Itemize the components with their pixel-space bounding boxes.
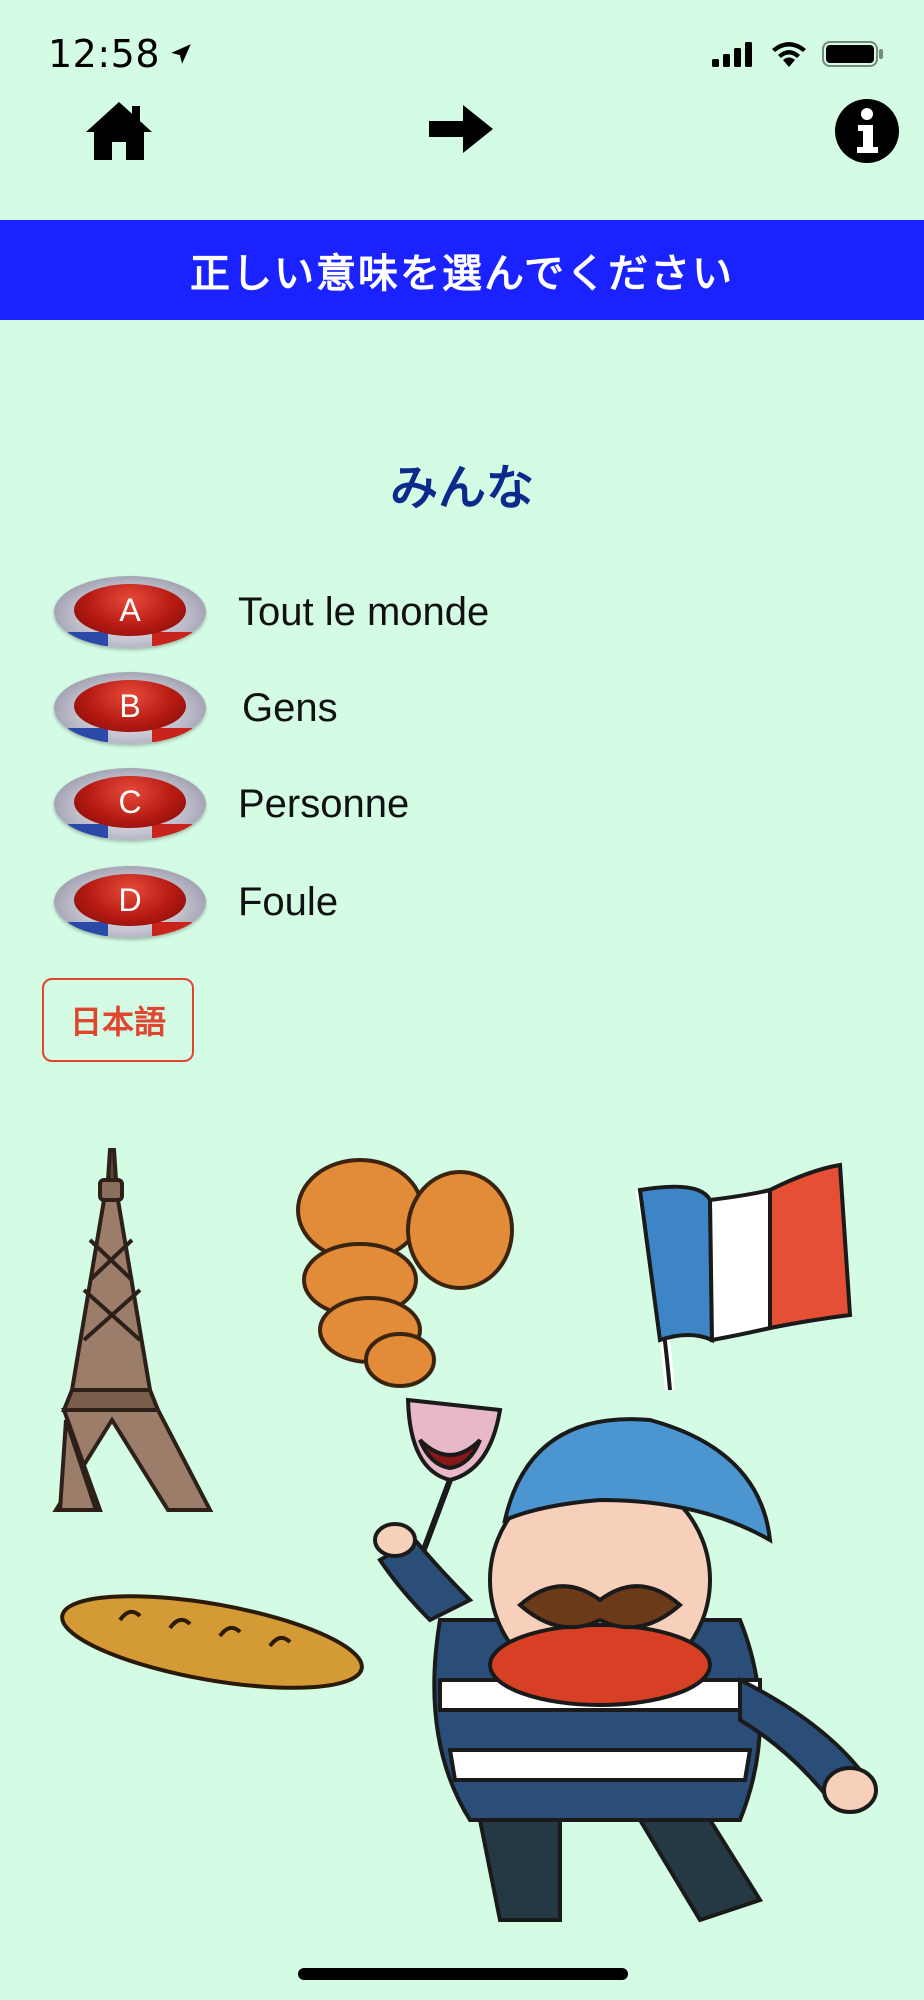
status-bar-time: 12:58	[48, 32, 194, 76]
baguette-icon	[60, 1594, 364, 1690]
home-icon	[86, 102, 152, 160]
french-man-icon	[373, 1397, 878, 1923]
info-button[interactable]	[828, 92, 906, 170]
french-flag-icon	[635, 1162, 853, 1391]
option-c[interactable]: C Personne	[54, 764, 409, 844]
instruction-text: 正しい意味を選んでください	[190, 251, 734, 297]
option-b-badge[interactable]: B	[54, 672, 206, 744]
next-arrow-icon	[429, 105, 493, 153]
wifi-icon	[772, 42, 806, 67]
option-d-letter: D	[74, 874, 186, 926]
battery-icon	[822, 41, 883, 67]
option-d-text[interactable]: Foule	[238, 880, 338, 925]
eiffel-tower-icon	[52, 1148, 214, 1512]
option-b[interactable]: B Gens	[54, 668, 338, 748]
option-c-letter: C	[74, 776, 186, 828]
status-bar-indicators	[712, 40, 884, 68]
location-arrow-icon	[171, 44, 191, 64]
option-d-badge[interactable]: D	[54, 866, 206, 938]
option-c-text[interactable]: Personne	[238, 782, 409, 827]
option-a-letter: A	[74, 584, 186, 636]
signal-icon	[712, 42, 752, 67]
home-button[interactable]	[80, 92, 158, 170]
instruction-banner: 正しい意味を選んでください	[0, 220, 924, 320]
option-b-letter: B	[74, 680, 186, 732]
language-button-label: 日本語	[69, 1003, 166, 1041]
question-word: みんな	[389, 460, 534, 516]
next-button[interactable]	[422, 90, 500, 168]
home-indicator[interactable]	[298, 1968, 628, 1980]
status-time: 12:58	[48, 32, 161, 76]
language-button[interactable]: 日本語	[42, 978, 194, 1062]
option-a-badge[interactable]: A	[54, 576, 206, 648]
croissant-icon	[296, 1158, 514, 1388]
option-b-text[interactable]: Gens	[242, 686, 338, 731]
option-d[interactable]: D Foule	[54, 862, 338, 942]
option-a-text[interactable]: Tout le monde	[238, 590, 489, 635]
french-illustration	[52, 1148, 878, 1923]
option-a[interactable]: A Tout le monde	[54, 572, 489, 652]
option-c-badge[interactable]: C	[54, 768, 206, 840]
info-icon	[835, 99, 899, 163]
